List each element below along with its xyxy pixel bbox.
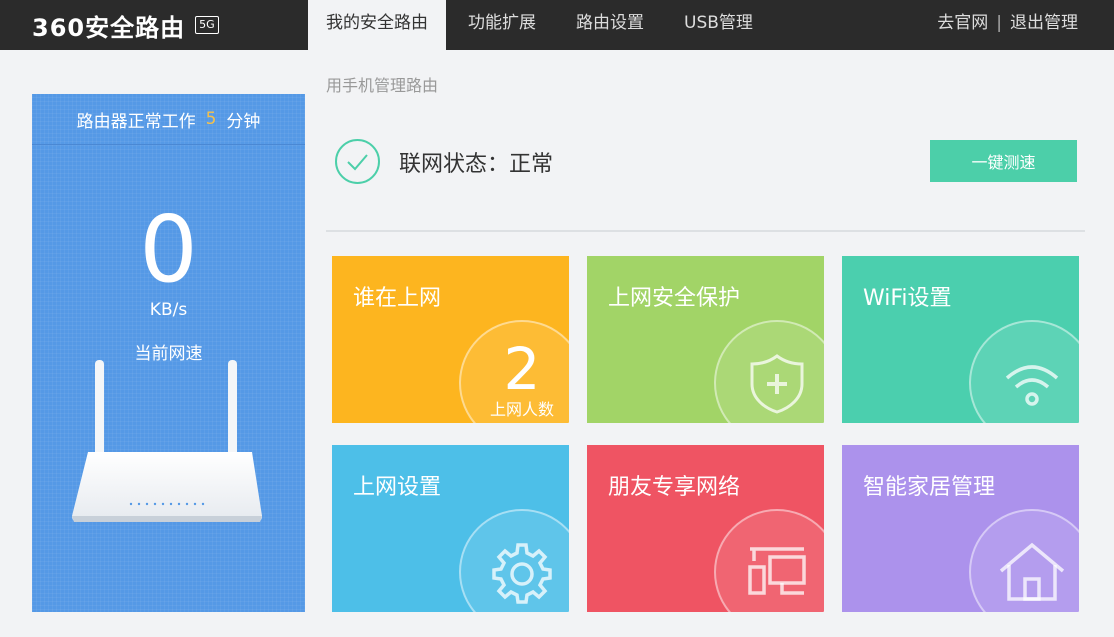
online-count: 2 — [503, 335, 541, 403]
tile-title: 智能家居管理 — [863, 475, 996, 500]
divider — [326, 230, 1085, 232]
tab-router-settings[interactable]: 路由设置 — [558, 0, 662, 50]
house-icon — [999, 542, 1065, 601]
tab-usb-management[interactable]: USB管理 — [666, 0, 771, 50]
online-count-label: 上网人数 — [489, 400, 554, 419]
current-speed-value: 0 — [139, 196, 198, 303]
uptime-unit: 分钟 — [226, 111, 261, 132]
tab-extensions[interactable]: 功能扩展 — [450, 0, 554, 50]
tile-smart-home[interactable]: 智能家居管理 — [842, 445, 1079, 612]
devices-icon — [748, 547, 806, 595]
tile-internet-settings[interactable]: 上网设置 — [332, 445, 569, 612]
uptime-value: 5 — [205, 109, 217, 129]
tile-title: 朋友专享网络 — [608, 475, 741, 500]
official-site-link[interactable]: 去官网 — [937, 0, 988, 46]
page-subtitle: 用手机管理路由 — [326, 76, 439, 95]
tile-security-protection[interactable]: 上网安全保护 — [587, 256, 824, 423]
status-ok-icon — [335, 139, 380, 184]
main-nav: 我的安全路由 功能扩展 路由设置 USB管理 — [308, 0, 775, 50]
link-separator: | — [996, 13, 1002, 33]
logout-link[interactable]: 退出管理 — [1010, 0, 1078, 46]
tile-title: WiFi设置 — [863, 286, 952, 311]
brand-name: 360安全路由 — [32, 13, 186, 42]
tile-title: 谁在上网 — [353, 286, 442, 311]
uptime-bar: 路由器正常工作 5 分钟 — [32, 94, 305, 145]
speed-unit: KB/s — [149, 300, 188, 320]
top-links: 去官网 | 退出管理 — [937, 0, 1078, 46]
tile-title: 上网设置 — [353, 475, 442, 500]
wifi-icon — [1005, 365, 1059, 406]
tab-my-router[interactable]: 我的安全路由 — [308, 0, 446, 50]
router-status-panel: 路由器正常工作 5 分钟 0 KB/s 当前网速 — [32, 94, 305, 612]
tile-title: 上网安全保护 — [608, 286, 741, 311]
network-status-text: 联网状态：正常 — [399, 151, 554, 177]
top-bar: 360安全路由 5G 我的安全路由 功能扩展 路由设置 USB管理 去官网 | … — [0, 0, 1114, 50]
logo[interactable]: 360安全路由 5G — [32, 9, 219, 42]
tile-wifi-settings[interactable]: WiFi设置 — [842, 256, 1079, 423]
router-illustration — [72, 360, 262, 522]
speed-test-button[interactable]: 一键测速 — [930, 140, 1077, 182]
tile-who-is-online[interactable]: 谁在上网 2 上网人数 — [332, 256, 569, 423]
gear-icon — [492, 543, 552, 604]
shield-plus-icon — [750, 354, 804, 414]
tile-friends-network[interactable]: 朋友专享网络 — [587, 445, 824, 612]
badge-5g: 5G — [195, 16, 219, 34]
uptime-prefix: 路由器正常工作 — [76, 111, 196, 132]
network-status: 联网状态：正常 — [334, 138, 553, 185]
